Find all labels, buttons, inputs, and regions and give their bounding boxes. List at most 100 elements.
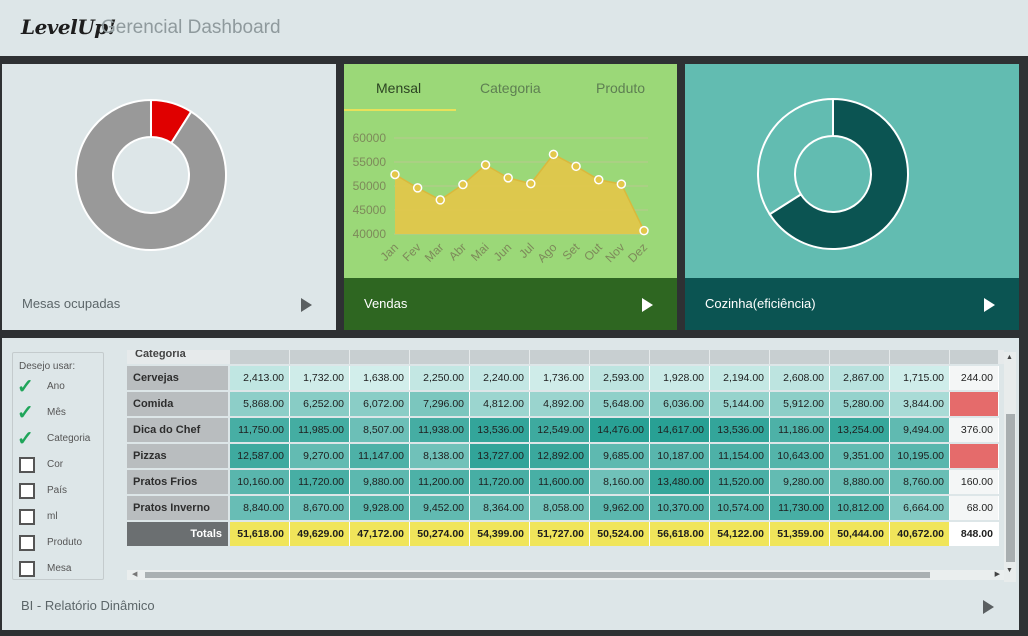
column-header[interactable] — [770, 350, 829, 364]
data-point[interactable] — [503, 173, 513, 183]
row-header[interactable]: Pratos Frios — [127, 470, 228, 494]
row-header[interactable]: Pizzas — [127, 444, 228, 468]
play-icon[interactable] — [642, 298, 653, 312]
table-cell: 8,138.00 — [410, 444, 470, 468]
table-cell: 3,844.00 — [890, 392, 950, 416]
option-label: Mesa — [47, 563, 72, 574]
y-tick-label: 60000 — [353, 131, 387, 145]
checkbox[interactable] — [19, 561, 35, 577]
option-ano[interactable]: ✓ Ano — [17, 376, 103, 398]
column-header[interactable] — [230, 350, 289, 364]
column-header[interactable] — [530, 350, 589, 364]
option-mês[interactable]: ✓ Mês — [17, 402, 103, 424]
table-cell: 11,730.00 — [770, 496, 830, 520]
donut-slice-remaining[interactable] — [757, 97, 834, 216]
column-header[interactable] — [410, 350, 469, 364]
data-point[interactable] — [616, 179, 627, 189]
row-header[interactable]: Dica do Chef — [127, 418, 228, 442]
checkmark-icon[interactable]: ✓ — [17, 426, 34, 451]
horizontal-scrollbar[interactable]: ◀ ▶ — [127, 570, 1004, 580]
checkbox[interactable] — [19, 509, 35, 525]
data-point[interactable] — [593, 175, 604, 185]
column-header[interactable] — [710, 350, 769, 364]
column-header[interactable] — [650, 350, 709, 364]
data-point[interactable] — [571, 161, 581, 172]
table-cell: 4,812.00 — [470, 392, 530, 416]
total-cell: 51,359.00 — [770, 522, 830, 546]
table-cell: 8,880.00 — [830, 470, 890, 494]
option-produto[interactable]: Produto — [19, 534, 103, 554]
checkmark-icon[interactable]: ✓ — [17, 374, 34, 399]
checkbox[interactable] — [19, 535, 35, 551]
option-mesa[interactable]: Mesa — [19, 560, 103, 580]
donut-slice-free[interactable] — [75, 98, 227, 251]
play-icon[interactable] — [301, 298, 312, 312]
data-point[interactable] — [390, 169, 400, 180]
cozinha-card: Cozinha(eficiência) — [685, 64, 1019, 330]
table-cell: 13,254.00 — [830, 418, 890, 442]
scroll-down-icon[interactable]: ▼ — [1006, 567, 1013, 574]
column-header[interactable] — [890, 350, 949, 364]
checkbox[interactable] — [19, 483, 35, 499]
play-icon[interactable] — [983, 600, 994, 614]
table-cell: 10,812.00 — [830, 496, 890, 520]
data-point[interactable] — [526, 178, 536, 189]
card-footer: Vendas — [344, 278, 677, 330]
table-cell: 2,240.00 — [470, 366, 530, 390]
card-footer: Mesas ocupadas — [2, 278, 336, 330]
y-tick-label: 40000 — [353, 227, 387, 241]
option-ml[interactable]: ml — [19, 508, 103, 528]
total-cell: 56,618.00 — [650, 522, 710, 546]
option-categoria[interactable]: ✓ Categoria — [17, 428, 103, 450]
data-point[interactable] — [458, 179, 468, 190]
checkbox[interactable] — [19, 457, 35, 473]
data-point[interactable] — [435, 195, 446, 205]
table-cell: 12,587.00 — [230, 444, 290, 468]
row-header[interactable]: Cervejas — [127, 366, 228, 390]
table-cell: 6,036.00 — [650, 392, 710, 416]
play-icon[interactable] — [984, 298, 995, 312]
scroll-thumb[interactable] — [145, 572, 930, 578]
column-header[interactable] — [590, 350, 649, 364]
y-tick-label: 55000 — [353, 155, 387, 169]
vertical-scrollbar[interactable]: ▲ ▼ — [1004, 352, 1016, 582]
table-cell: 11,985.00 — [290, 418, 350, 442]
row-header[interactable]: Pratos Inverno — [127, 496, 228, 520]
scroll-left-icon[interactable]: ◀ — [132, 570, 137, 578]
column-header[interactable] — [470, 350, 529, 364]
column-header[interactable] — [950, 350, 998, 364]
data-point[interactable] — [639, 225, 649, 236]
x-tick-label: Dez — [625, 240, 650, 265]
table-cell: 9,452.00 — [410, 496, 470, 520]
table-cell: 11,520.00 — [710, 470, 770, 494]
scroll-thumb[interactable] — [1006, 414, 1015, 562]
scroll-up-icon[interactable]: ▲ — [1006, 354, 1013, 361]
table-cell — [950, 444, 999, 468]
column-header[interactable] — [830, 350, 889, 364]
x-tick-label: Jul — [516, 240, 537, 261]
scroll-right-icon[interactable]: ▶ — [995, 570, 1000, 578]
column-header[interactable] — [290, 350, 349, 364]
total-cell: 54,122.00 — [710, 522, 770, 546]
x-tick-label: Ago — [535, 240, 560, 265]
table-cell: 160.00 — [950, 470, 999, 494]
table-cell: 5,280.00 — [830, 392, 890, 416]
table-cell: 11,154.00 — [710, 444, 770, 468]
table-cell: 9,962.00 — [590, 496, 650, 520]
table-cell: 8,364.00 — [470, 496, 530, 520]
y-tick-label: 45000 — [353, 203, 387, 217]
table-cell: 11,720.00 — [470, 470, 530, 494]
data-point[interactable] — [480, 160, 491, 170]
table-cell: 8,670.00 — [290, 496, 350, 520]
data-point[interactable] — [412, 183, 423, 193]
checkmark-icon[interactable]: ✓ — [17, 400, 34, 425]
data-point[interactable] — [548, 149, 559, 160]
table-cell: 5,868.00 — [230, 392, 290, 416]
column-header[interactable] — [350, 350, 409, 364]
option-cor[interactable]: Cor — [19, 456, 103, 476]
table-cell: 2,194.00 — [710, 366, 770, 390]
row-header[interactable]: Comida — [127, 392, 228, 416]
option-país[interactable]: País — [19, 482, 103, 502]
mesas-ocupadas-donut — [75, 98, 227, 251]
table-cell: 13,727.00 — [470, 444, 530, 468]
